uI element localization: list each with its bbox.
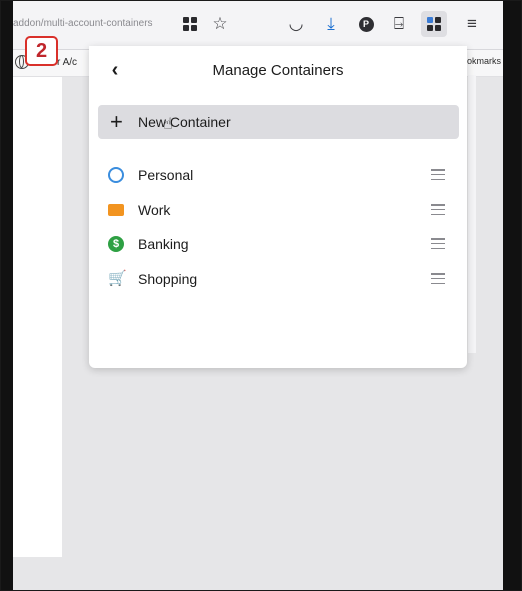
panel-title: Manage Containers: [212, 62, 344, 79]
dollar-icon: $: [108, 236, 124, 252]
panel-backdrop: [468, 75, 476, 353]
cart-icon: 🛒: [108, 270, 127, 287]
container-label: Shopping: [138, 271, 198, 287]
container-label: Work: [138, 202, 171, 218]
extension-grid-icon[interactable]: [177, 11, 203, 37]
pocket-icon[interactable]: ◡: [283, 11, 309, 37]
container-item-personal[interactable]: Personal: [98, 160, 459, 190]
briefcase-icon: [108, 204, 124, 216]
container-item-banking[interactable]: $ Banking: [98, 229, 459, 259]
plus-icon: +: [110, 109, 123, 134]
multi-account-containers-icon[interactable]: [421, 11, 447, 37]
drag-handle-icon[interactable]: [431, 169, 445, 180]
new-container-button[interactable]: + New Container ☝: [98, 105, 459, 139]
drag-handle-icon[interactable]: [431, 204, 445, 215]
browser-toolbar: addon/multi-account-containers ☆ ◡ ⤓ P ⍈…: [13, 1, 503, 50]
bookmark-star-icon[interactable]: ☆: [207, 11, 233, 37]
page-content: [13, 77, 62, 557]
profile-icon[interactable]: P: [353, 11, 379, 37]
downloads-icon[interactable]: ⤓: [318, 11, 344, 37]
left-border: [1, 1, 13, 590]
container-item-work[interactable]: Work: [98, 195, 459, 225]
container-item-shopping[interactable]: 🛒 Shopping: [98, 264, 459, 294]
manage-containers-panel: ‹ Manage Containers + New Container ☝ Pe…: [89, 46, 467, 368]
other-bookmarks[interactable]: okmarks: [467, 56, 501, 66]
url-bar-text[interactable]: addon/multi-account-containers: [13, 18, 173, 29]
container-label: Personal: [138, 167, 194, 183]
extensions-puzzle-icon[interactable]: ⍈: [386, 11, 412, 37]
hand-cursor-icon: ☝: [163, 116, 173, 133]
drag-handle-icon[interactable]: [431, 238, 445, 249]
right-border: [503, 1, 521, 590]
container-label: Banking: [138, 236, 189, 252]
step-badge: 2: [25, 36, 58, 66]
fingerprint-icon: [108, 167, 124, 183]
app-menu-icon[interactable]: ≡: [459, 11, 485, 37]
drag-handle-icon[interactable]: [431, 273, 445, 284]
new-container-label: New Container: [138, 114, 231, 130]
panel-header: ‹ Manage Containers: [89, 46, 467, 94]
